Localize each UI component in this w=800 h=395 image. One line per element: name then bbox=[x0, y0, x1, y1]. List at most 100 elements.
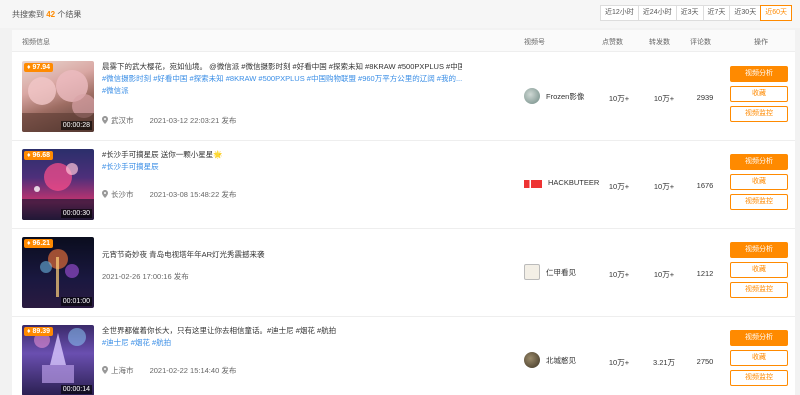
time-filter-7d[interactable]: 近7天 bbox=[702, 5, 731, 21]
row-actions: 视频分析 收藏 视频监控 bbox=[730, 242, 790, 302]
result-count-number: 42 bbox=[46, 10, 56, 19]
video-tags[interactable]: #迪士尼 #烟花 #航拍 bbox=[102, 337, 462, 349]
comments-count: 2750 bbox=[696, 357, 714, 366]
col-channel: 视频号 bbox=[524, 39, 545, 46]
time-filter-12h[interactable]: 近12小时 bbox=[600, 5, 639, 21]
video-title[interactable]: #长沙手可摘星辰 送你一颗小星星🌟 bbox=[102, 149, 462, 161]
score-value: 96.68 bbox=[32, 152, 51, 159]
video-thumbnail[interactable]: ♦ 89.39 00:00:14 bbox=[22, 325, 94, 395]
duration-badge: 00:00:28 bbox=[60, 121, 92, 130]
avatar bbox=[524, 180, 542, 188]
time-filter-24h[interactable]: 近24小时 bbox=[637, 5, 677, 21]
col-comments: 评论数 bbox=[690, 39, 711, 46]
time-filter-30d[interactable]: 近30天 bbox=[729, 5, 762, 21]
col-video-info: 视频信息 bbox=[22, 39, 50, 46]
channel-name: Frozen影像 bbox=[546, 91, 585, 101]
video-meta: 长沙市 2021-03-08 15:48:22 发布 bbox=[102, 189, 236, 200]
analyze-button[interactable]: 视频分析 bbox=[730, 154, 788, 170]
analyze-button[interactable]: 视频分析 bbox=[730, 66, 788, 82]
row-actions: 视频分析 收藏 视频监控 bbox=[730, 66, 790, 126]
publish-time: 2021-02-26 17:00:16 发布 bbox=[102, 272, 189, 281]
col-shares: 转发数 bbox=[649, 39, 670, 46]
duration-badge: 00:01:00 bbox=[60, 297, 92, 306]
location-pin-icon bbox=[102, 366, 108, 374]
comments-count: 1676 bbox=[696, 181, 714, 190]
monitor-button[interactable]: 视频监控 bbox=[730, 370, 788, 386]
score-badge: ♦ 96.21 bbox=[24, 239, 54, 248]
score-value: 96.21 bbox=[32, 240, 51, 247]
video-title[interactable]: 元宵节奇妙夜 青岛电视塔年年AR灯光秀震撼来袭 bbox=[102, 249, 462, 261]
video-meta: 2021-02-26 17:00:16 发布 bbox=[102, 271, 189, 282]
avatar bbox=[524, 264, 540, 280]
video-thumbnail[interactable]: ♦ 96.68 00:00:30 bbox=[22, 149, 94, 220]
video-info: #长沙手可摘星辰 送你一颗小星星🌟 #长沙手可摘星辰 bbox=[102, 149, 462, 173]
video-tags[interactable]: #长沙手可摘星辰 bbox=[102, 161, 462, 173]
location-pin-icon bbox=[102, 116, 108, 124]
favorite-button[interactable]: 收藏 bbox=[730, 86, 788, 102]
video-title[interactable]: 全世界都催着你长大，只有这里让你去相信童话。#迪士尼 #烟花 #航拍 bbox=[102, 325, 462, 337]
video-meta: 武汉市 2021-03-12 22:03:21 发布 bbox=[102, 115, 236, 126]
row-actions: 视频分析 收藏 视频监控 bbox=[730, 330, 790, 390]
likes-count: 10万+ bbox=[608, 182, 630, 191]
results-panel: 视频信息 视频号 点赞数 转发数 评论数 操作 ♦ 97.94 00:00:28… bbox=[12, 30, 795, 395]
video-title[interactable]: 晨雾下的武大樱花，宛如仙境。 @微信派 #微信摄影时刻 #好看中国 #探索未知 … bbox=[102, 61, 462, 73]
monitor-button[interactable]: 视频监控 bbox=[730, 282, 788, 298]
analyze-button[interactable]: 视频分析 bbox=[730, 242, 788, 258]
publish-time: 2021-02-22 15:14:40 发布 bbox=[149, 366, 237, 375]
channel-cell[interactable]: HACKBUTEER bbox=[524, 176, 599, 188]
video-info: 全世界都催着你长大，只有这里让你去相信童话。#迪士尼 #烟花 #航拍 #迪士尼 … bbox=[102, 325, 462, 349]
score-value: 89.39 bbox=[32, 328, 51, 335]
video-thumbnail[interactable]: ♦ 96.21 00:01:00 bbox=[22, 237, 94, 308]
time-filter-group: 近12小时 近24小时 近3天 近7天 近30天 近60天 bbox=[600, 5, 792, 21]
table-header: 视频信息 视频号 点赞数 转发数 评论数 操作 bbox=[12, 30, 795, 52]
duration-badge: 00:00:14 bbox=[60, 385, 92, 394]
result-prefix: 共搜索到 bbox=[12, 10, 44, 19]
video-info: 元宵节奇妙夜 青岛电视塔年年AR灯光秀震撼来袭 bbox=[102, 249, 462, 261]
table-row: ♦ 89.39 00:00:14 全世界都催着你长大，只有这里让你去相信童话。#… bbox=[12, 317, 795, 395]
video-tags-extra[interactable]: #微信派 bbox=[102, 85, 462, 97]
likes-count: 10万+ bbox=[608, 94, 630, 103]
comments-count: 2939 bbox=[696, 93, 714, 102]
monitor-button[interactable]: 视频监控 bbox=[730, 194, 788, 210]
video-meta: 上海市 2021-02-22 15:14:40 发布 bbox=[102, 365, 236, 376]
publish-time: 2021-03-08 15:48:22 发布 bbox=[149, 190, 237, 199]
duration-badge: 00:00:30 bbox=[60, 209, 92, 218]
video-thumbnail[interactable]: ♦ 97.94 00:00:28 bbox=[22, 61, 94, 132]
channel-cell[interactable]: Frozen影像 bbox=[524, 88, 584, 104]
shares-count: 10万+ bbox=[653, 270, 675, 279]
location-text: 武汉市 bbox=[111, 116, 134, 125]
publish-time: 2021-03-12 22:03:21 发布 bbox=[149, 116, 237, 125]
video-tags[interactable]: #微信摄影时刻 #好看中国 #探索未知 #8KRAW #500PXPLUS #中… bbox=[102, 73, 462, 85]
shares-count: 3.21万 bbox=[652, 358, 676, 367]
shares-count: 10万+ bbox=[653, 182, 675, 191]
monitor-button[interactable]: 视频监控 bbox=[730, 106, 788, 122]
time-filter-3d[interactable]: 近3天 bbox=[675, 5, 704, 21]
row-actions: 视频分析 收藏 视频监控 bbox=[730, 154, 790, 214]
comments-count: 1212 bbox=[696, 269, 714, 278]
col-likes: 点赞数 bbox=[602, 39, 623, 46]
analyze-button[interactable]: 视频分析 bbox=[730, 330, 788, 346]
table-row: ♦ 96.21 00:01:00 元宵节奇妙夜 青岛电视塔年年AR灯光秀震撼来袭… bbox=[12, 229, 795, 317]
channel-cell[interactable]: 仁甲看见 bbox=[524, 264, 576, 280]
likes-count: 10万+ bbox=[608, 358, 630, 367]
score-badge: ♦ 97.94 bbox=[24, 63, 54, 72]
likes-count: 10万+ bbox=[608, 270, 630, 279]
channel-cell[interactable]: 北城憨见 bbox=[524, 352, 576, 368]
score-badge: ♦ 96.68 bbox=[24, 151, 54, 160]
shares-count: 10万+ bbox=[653, 94, 675, 103]
channel-name: 仁甲看见 bbox=[546, 267, 576, 277]
favorite-button[interactable]: 收藏 bbox=[730, 174, 788, 190]
avatar bbox=[524, 352, 540, 368]
favorite-button[interactable]: 收藏 bbox=[730, 262, 788, 278]
score-badge: ♦ 89.39 bbox=[24, 327, 54, 336]
avatar bbox=[524, 88, 540, 104]
location-pin-icon bbox=[102, 190, 108, 198]
result-suffix: 个结果 bbox=[57, 10, 82, 19]
table-row: ♦ 97.94 00:00:28 晨雾下的武大樱花，宛如仙境。 @微信派 #微信… bbox=[12, 53, 795, 141]
location-text: 长沙市 bbox=[111, 190, 134, 199]
favorite-button[interactable]: 收藏 bbox=[730, 350, 788, 366]
score-value: 97.94 bbox=[32, 64, 51, 71]
channel-name: HACKBUTEER bbox=[548, 177, 600, 187]
channel-name: 北城憨见 bbox=[546, 355, 576, 365]
time-filter-60d[interactable]: 近60天 bbox=[760, 5, 792, 21]
